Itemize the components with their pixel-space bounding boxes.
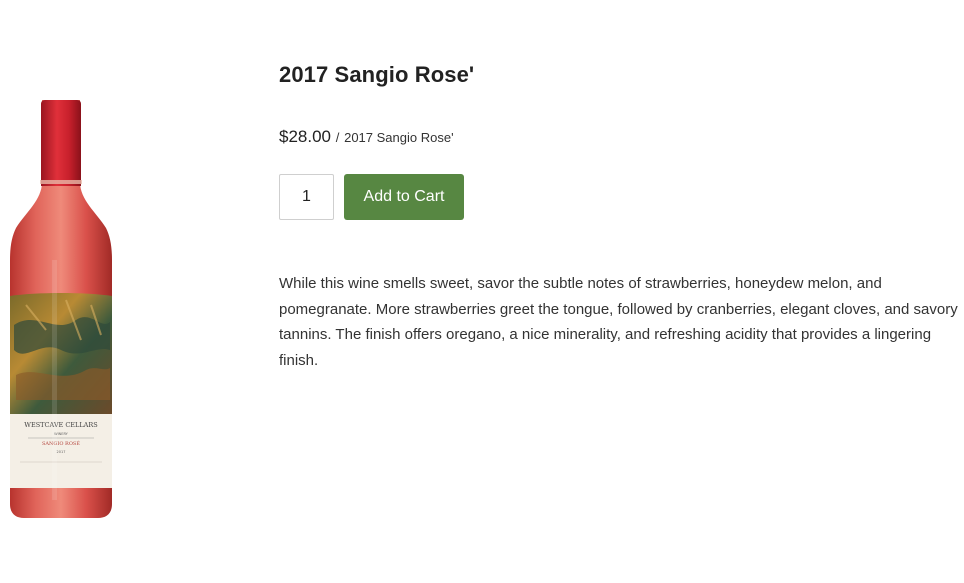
price-unit: 2017 Sangio Rose' xyxy=(344,130,454,145)
product-image: WESTCAVE CELLARS WINERY SANGIO ROSÉ 2017 xyxy=(6,100,118,522)
product-title: 2017 Sangio Rose' xyxy=(279,62,475,87)
quantity-input[interactable] xyxy=(279,174,334,220)
price-separator: / xyxy=(335,130,340,145)
product-description: While this wine smells sweet, savor the … xyxy=(279,275,958,369)
label-vintage: 2017 xyxy=(57,450,66,454)
product-price: $28.00 xyxy=(279,127,331,146)
price-row: $28.00 / 2017 Sangio Rose' xyxy=(279,127,454,147)
wine-bottle-image: WESTCAVE CELLARS WINERY SANGIO ROSÉ 2017 xyxy=(10,100,112,518)
add-to-cart-button[interactable]: Add to Cart xyxy=(344,174,464,220)
add-to-cart-form: Add to Cart xyxy=(279,174,464,220)
label-wine-name: SANGIO ROSÉ xyxy=(42,439,80,447)
label-winery: WESTCAVE CELLARS xyxy=(24,421,97,429)
